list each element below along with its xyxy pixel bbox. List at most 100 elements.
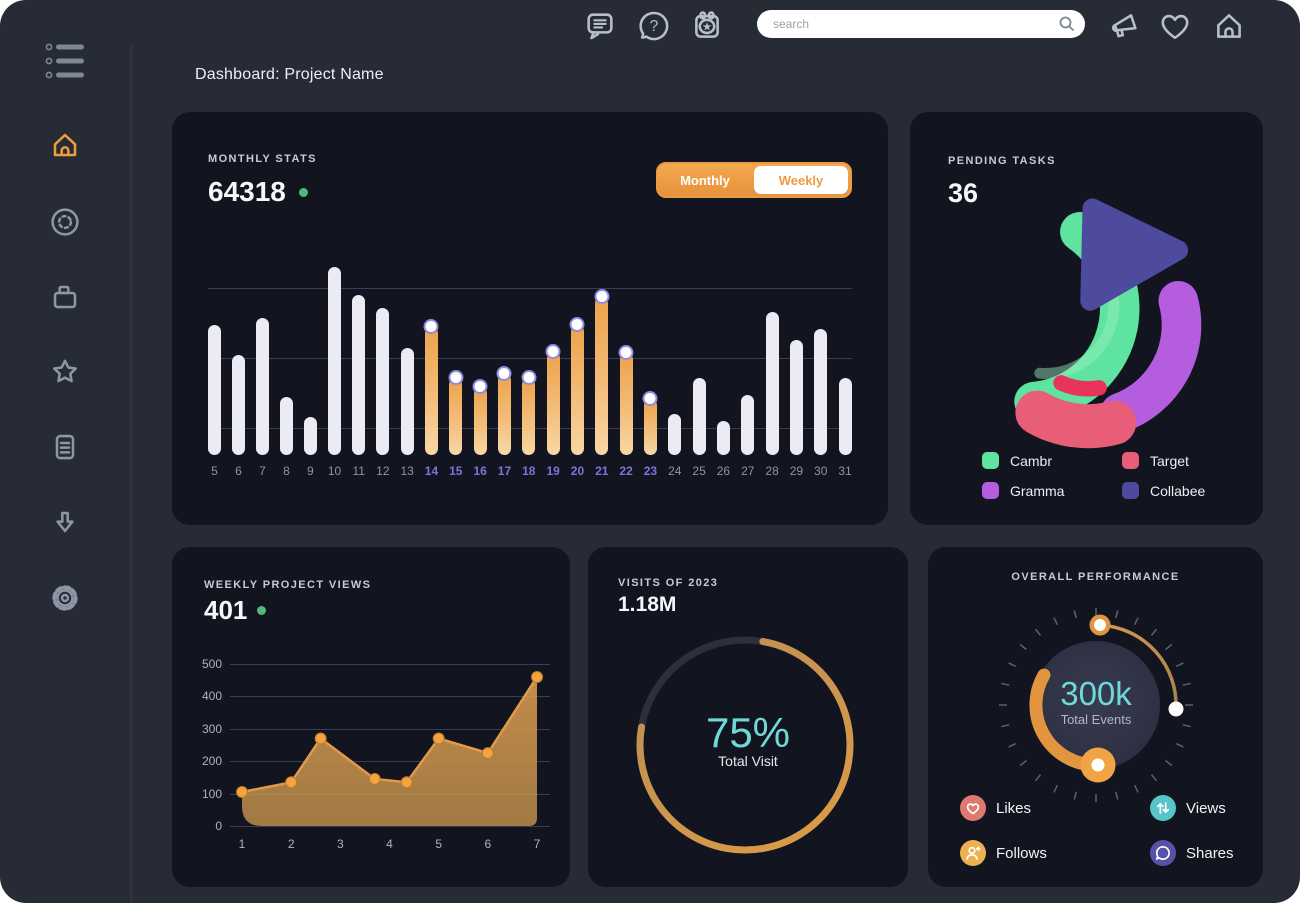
- bar-label: 7: [259, 464, 266, 479]
- legend-item-target: Target: [1122, 452, 1189, 469]
- bar-label: 18: [522, 464, 535, 479]
- bar-label: 28: [765, 464, 778, 479]
- home-icon[interactable]: [1209, 6, 1249, 46]
- bar-label: 23: [644, 464, 657, 479]
- bar-day-19[interactable]: [547, 352, 560, 455]
- monthly-stats-value: 64318: [208, 176, 308, 208]
- bar-label: 22: [619, 464, 632, 479]
- bar-point-dot: [596, 291, 607, 302]
- area-point: [237, 786, 248, 797]
- bar-day-11[interactable]: [352, 295, 365, 455]
- bar-col-23: 23: [644, 265, 657, 479]
- gauge-knob-top-dot: [1094, 619, 1106, 631]
- bar-col-26: 26: [717, 265, 730, 479]
- bar-day-30[interactable]: [814, 329, 827, 455]
- bar-day-26[interactable]: [717, 421, 730, 455]
- performance-value-label: Total Events: [976, 712, 1216, 727]
- bar-point-dot: [475, 381, 486, 392]
- bar-day-21[interactable]: [595, 297, 608, 455]
- card-label: PENDING TASKS: [948, 155, 1056, 167]
- bar-day-28[interactable]: [766, 312, 779, 455]
- bar-day-15[interactable]: [449, 378, 462, 455]
- donut-segment-target[interactable]: [1037, 413, 1114, 427]
- toggle-weekly[interactable]: Weekly: [754, 166, 848, 194]
- bar-day-9[interactable]: [304, 417, 317, 455]
- chat-icon[interactable]: [580, 6, 620, 46]
- bar-day-24[interactable]: [668, 414, 681, 455]
- help-icon[interactable]: ?: [634, 6, 674, 46]
- bar-day-27[interactable]: [741, 395, 754, 455]
- bar-day-14[interactable]: [425, 327, 438, 455]
- visits-value: 1.18M: [618, 593, 676, 617]
- bar-col-13: 13: [400, 265, 413, 479]
- bar-label: 6: [235, 464, 242, 479]
- bar-day-6[interactable]: [232, 355, 245, 455]
- bar-day-31[interactable]: [839, 378, 852, 455]
- card-label: OVERALL PERFORMANCE: [928, 571, 1263, 583]
- legend-item-follows: Follows: [960, 840, 1047, 866]
- bar-day-5[interactable]: [208, 325, 221, 455]
- sidebar-item-settings[interactable]: [48, 581, 82, 615]
- bar-col-28: 28: [765, 265, 778, 479]
- bar-point-dot: [621, 347, 632, 358]
- legend-item-cambr: Cambr: [982, 452, 1052, 469]
- bar-day-12[interactable]: [376, 308, 389, 455]
- document-icon: [49, 431, 81, 463]
- area-point: [532, 671, 543, 682]
- bar-day-25[interactable]: [693, 378, 706, 455]
- heart-icon[interactable]: [1155, 6, 1195, 46]
- bar-point-dot: [426, 321, 437, 332]
- sidebar-item-projects[interactable]: [48, 280, 82, 314]
- gauge-knob-bottom-dot: [1092, 759, 1105, 772]
- search-bar: [757, 10, 1085, 38]
- bar-label: 8: [283, 464, 290, 479]
- bar-col-15: 15: [449, 265, 462, 479]
- bar-day-23[interactable]: [644, 399, 657, 455]
- bar-col-17: 17: [498, 265, 511, 479]
- bar-label: 29: [790, 464, 803, 479]
- weekly-views-card: WEEKLY PROJECT VIEWS 401 010020030040050…: [172, 547, 570, 887]
- bar-label: 27: [741, 464, 754, 479]
- bar-day-10[interactable]: [328, 267, 341, 455]
- menu-list-icon[interactable]: [44, 40, 100, 82]
- megaphone-icon[interactable]: [1104, 6, 1144, 46]
- sidebar-item-reports[interactable]: [48, 430, 82, 464]
- bar-day-13[interactable]: [401, 348, 414, 455]
- bar-col-11: 11: [352, 265, 365, 479]
- monthly-bar-chart: 5678910111213141516171819202122232425262…: [208, 265, 852, 479]
- sidebar-item-favorites[interactable]: [48, 355, 82, 389]
- bar-label: 24: [668, 464, 681, 479]
- bar-label: 9: [307, 464, 314, 479]
- bar-label: 12: [376, 464, 389, 479]
- bar-day-20[interactable]: [571, 325, 584, 455]
- sidebar-item-home[interactable]: [48, 128, 82, 162]
- toggle-monthly[interactable]: Monthly: [658, 164, 752, 196]
- sidebar-item-downloads[interactable]: [48, 506, 82, 540]
- visits-percent-sublabel: Total Visit: [588, 753, 908, 769]
- sidebar-item-activity[interactable]: [48, 205, 82, 239]
- spinner-icon: [49, 206, 81, 238]
- bar-point-dot: [499, 368, 510, 379]
- bar-day-16[interactable]: [474, 387, 487, 455]
- box-icon: [49, 281, 81, 313]
- bar-day-29[interactable]: [790, 340, 803, 455]
- search-icon[interactable]: [1058, 15, 1076, 33]
- area-point: [401, 777, 412, 788]
- arrows-up-down-icon: [1150, 795, 1176, 821]
- bar-day-22[interactable]: [620, 353, 633, 455]
- bar-day-7[interactable]: [256, 318, 269, 455]
- bar-point-dot: [645, 393, 656, 404]
- home-icon: [49, 129, 81, 161]
- bar-label: 10: [328, 464, 341, 479]
- bar-day-18[interactable]: [522, 378, 535, 455]
- bar-label: 5: [211, 464, 218, 479]
- bar-col-31: 31: [838, 265, 851, 479]
- heart-icon: [960, 795, 986, 821]
- legend-swatch: [982, 452, 999, 469]
- bar-day-17[interactable]: [498, 374, 511, 455]
- bar-day-8[interactable]: [280, 397, 293, 455]
- search-input[interactable]: [757, 10, 1085, 38]
- area-point: [369, 774, 380, 785]
- card-label: VISITS OF 2023: [618, 577, 718, 589]
- calendar-star-icon[interactable]: ★: [687, 6, 727, 46]
